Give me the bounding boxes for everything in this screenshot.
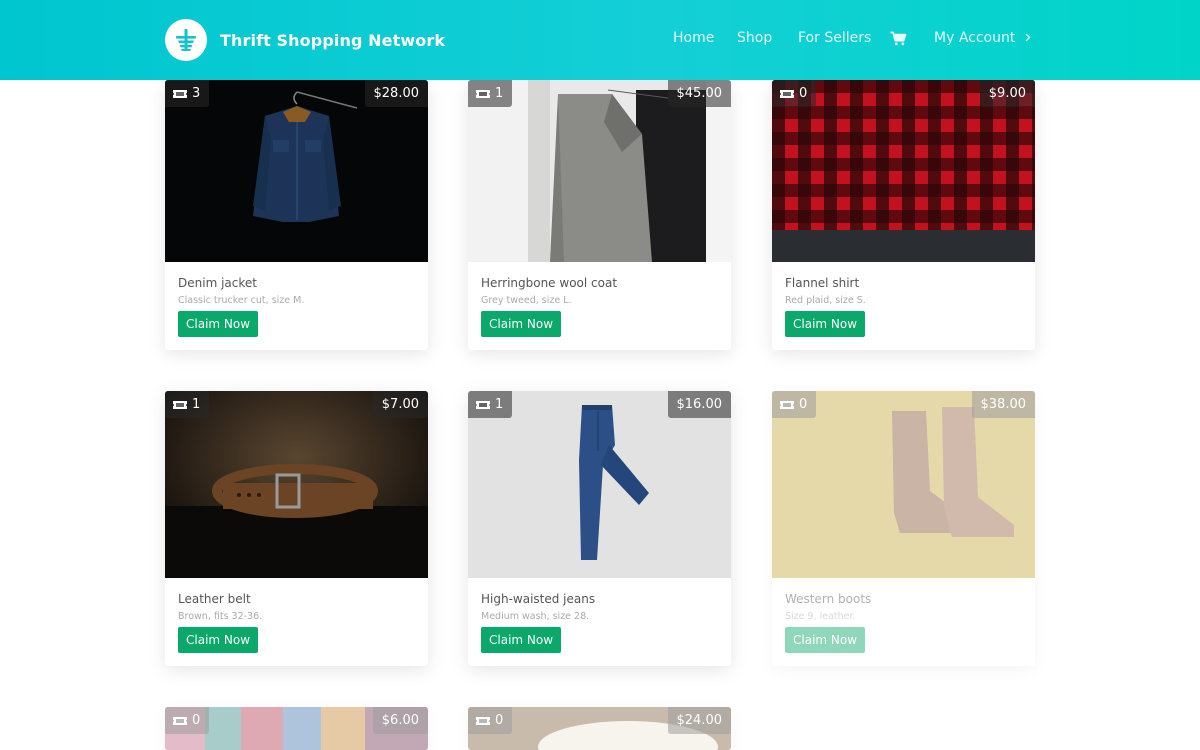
claim-count-badge: 0 (772, 80, 817, 107)
card-body: High-waisted jeans Medium wash, size 28.… (468, 578, 731, 666)
claim-now-button[interactable]: Claim Now (785, 311, 866, 337)
product-title: Denim jacket (178, 276, 257, 290)
nav-my-account-label: My Account (934, 30, 1016, 46)
chevron-right-icon (1025, 30, 1031, 46)
ticket-icon (476, 400, 490, 410)
price-badge: $28.00 (364, 80, 428, 107)
card-body: Leather belt Brown, fits 32-36. Claim No… (165, 578, 428, 666)
product-card: 0 $6.00 (165, 707, 428, 750)
claim-count-badge: 0 (772, 391, 817, 418)
claim-count: 0 (799, 86, 808, 101)
price-badge: $45.00 (667, 80, 731, 107)
nav-shop[interactable]: Shop (737, 30, 772, 46)
product-card: 0 $24.00 (468, 707, 731, 750)
product-title: High-waisted jeans (481, 592, 596, 606)
product-title: Western boots (785, 592, 872, 606)
product-card: 0 $38.00 Western boots Size 9, leather. … (772, 391, 1035, 666)
product-description: Grey tweed, size L. (481, 295, 572, 306)
price-badge: $6.00 (372, 707, 428, 734)
product-card: 1 $16.00 High-waisted jeans Medium wash,… (468, 391, 731, 666)
ticket-icon (173, 400, 187, 410)
ticket-icon (476, 89, 490, 99)
ticket-icon (173, 716, 187, 726)
product-description: Red plaid, size S. (785, 295, 866, 306)
claim-count-badge: 0 (165, 707, 210, 734)
ticket-icon (476, 716, 490, 726)
claim-count-badge: 1 (468, 80, 513, 107)
claim-now-button[interactable]: Claim Now (481, 627, 562, 653)
card-body: Herringbone wool coat Grey tweed, size L… (468, 262, 731, 350)
product-card: 0 $9.00 Flannel shirt Red plaid, size S.… (772, 80, 1035, 350)
claim-now-button[interactable]: Claim Now (481, 311, 562, 337)
price-badge: $9.00 (979, 80, 1035, 107)
product-card: 1 $7.00 Leather belt Brown, fits 32-36. … (165, 391, 428, 666)
product-description: Brown, fits 32-36. (178, 611, 263, 622)
card-body: Denim jacket Classic trucker cut, size M… (165, 262, 428, 350)
card-body: Western boots Size 9, leather. Claim Now (772, 578, 1035, 666)
claim-count-badge: 3 (165, 80, 210, 107)
top-navigation-bar: Thrift Shopping Network Home Shop For Se… (0, 0, 1200, 80)
claim-now-button[interactable]: Claim Now (178, 627, 259, 653)
claim-count: 0 (495, 713, 504, 728)
main-nav: Home Shop For Sellers My Account (0, 0, 1200, 80)
product-image-denim-jacket[interactable]: 3 $28.00 (165, 80, 428, 262)
claim-count: 1 (495, 86, 504, 101)
claim-count: 1 (192, 397, 201, 412)
claim-count: 1 (495, 397, 504, 412)
nav-for-sellers[interactable]: For Sellers (798, 30, 871, 46)
price-badge: $38.00 (971, 391, 1035, 418)
claim-count-badge: 1 (468, 391, 513, 418)
product-image-scarves[interactable]: 0 $6.00 (165, 707, 428, 750)
ticket-icon (780, 89, 794, 99)
product-title: Herringbone wool coat (481, 276, 618, 290)
product-description: Medium wash, size 28. (481, 611, 590, 622)
claim-count-badge: 0 (468, 707, 513, 734)
claim-count: 3 (192, 86, 201, 101)
price-badge: $7.00 (372, 391, 428, 418)
product-image-high-waisted-jeans[interactable]: 1 $16.00 (468, 391, 731, 578)
product-description: Size 9, leather. (785, 611, 856, 622)
claim-count-badge: 1 (165, 391, 210, 418)
product-image-western-boots[interactable]: 0 $38.00 (772, 391, 1035, 578)
product-card: 1 $45.00 Herringbone wool coat Grey twee… (468, 80, 731, 350)
product-image-flannel-shirt[interactable]: 0 $9.00 (772, 80, 1035, 262)
product-title: Leather belt (178, 592, 251, 606)
product-image-sheepskin[interactable]: 0 $24.00 (468, 707, 731, 750)
product-image-herringbone-coat[interactable]: 1 $45.00 (468, 80, 731, 262)
product-title: Flannel shirt (785, 276, 860, 290)
product-description: Classic trucker cut, size M. (178, 295, 305, 306)
claim-count: 0 (192, 713, 201, 728)
claim-now-button[interactable]: Claim Now (785, 627, 866, 653)
nav-my-account[interactable]: My Account (934, 30, 1031, 46)
product-card: 3 $28.00 Denim jacket Classic trucker cu… (165, 80, 428, 350)
price-badge: $24.00 (667, 707, 731, 734)
card-body: Flannel shirt Red plaid, size S. Claim N… (772, 262, 1035, 350)
product-image-leather-belt[interactable]: 1 $7.00 (165, 391, 428, 578)
nav-home[interactable]: Home (673, 30, 714, 46)
price-badge: $16.00 (667, 391, 731, 418)
ticket-icon (780, 400, 794, 410)
claim-now-button[interactable]: Claim Now (178, 311, 259, 337)
claim-count: 0 (799, 397, 808, 412)
ticket-icon (173, 89, 187, 99)
cart-icon[interactable] (890, 31, 907, 50)
